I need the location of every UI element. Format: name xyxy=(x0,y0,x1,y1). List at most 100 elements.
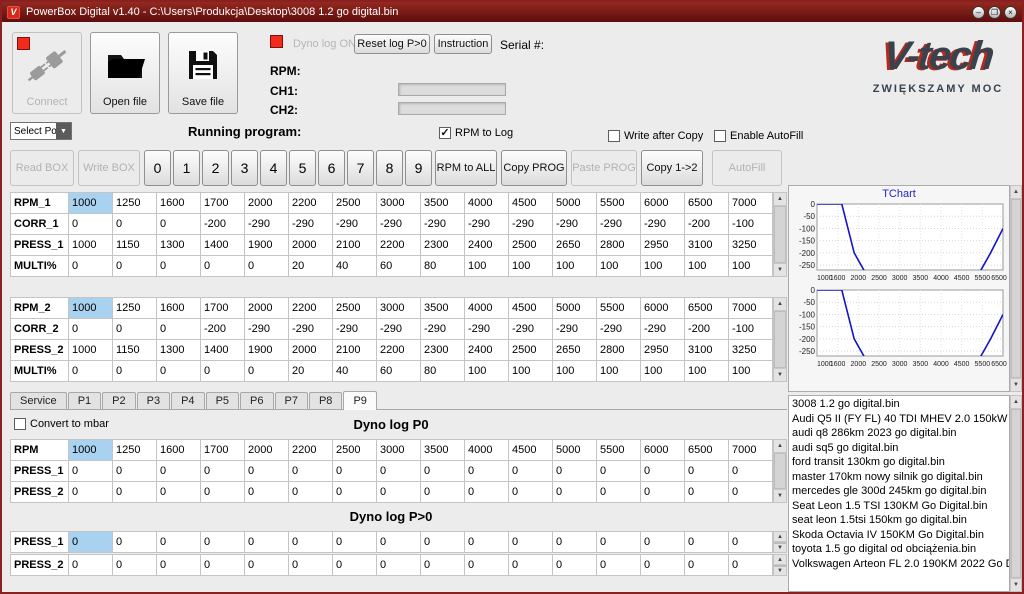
table-cell[interactable]: 0 xyxy=(289,461,333,482)
table-cell[interactable]: 2500 xyxy=(333,440,377,461)
file-list-item[interactable]: toyota 1.5 go digital od obciążenia.bin xyxy=(789,542,1009,557)
tab-p9[interactable]: P9 xyxy=(343,391,377,410)
table-cell[interactable]: -290 xyxy=(289,214,333,235)
file-list-item[interactable]: mercedes gle 300d 245km go digital.bin xyxy=(789,484,1009,499)
tab-p2[interactable]: P2 xyxy=(102,392,136,409)
table-cell[interactable]: 3000 xyxy=(377,298,421,319)
scrollbar-thumb[interactable] xyxy=(774,565,786,567)
table-cell[interactable]: 0 xyxy=(201,555,245,576)
table-cell[interactable]: 1250 xyxy=(113,298,157,319)
table-cell[interactable]: 100 xyxy=(509,361,553,382)
tab-p7[interactable]: P7 xyxy=(274,392,308,409)
table-cell[interactable]: 6500 xyxy=(685,298,729,319)
table-cell[interactable]: 0 xyxy=(113,532,157,553)
table-cell[interactable]: 2200 xyxy=(289,298,333,319)
table-cell[interactable]: 60 xyxy=(377,361,421,382)
tab-service[interactable]: Service xyxy=(10,392,67,409)
table-cell[interactable]: 0 xyxy=(421,461,465,482)
autofill-button[interactable]: AutoFill xyxy=(712,150,782,186)
connect-button[interactable]: Connect xyxy=(12,32,82,114)
table-cell[interactable]: 2800 xyxy=(597,235,641,256)
scroll-up-icon[interactable]: ▲ xyxy=(774,440,786,453)
table-cell[interactable]: -200 xyxy=(201,319,245,340)
table-cell[interactable]: 100 xyxy=(641,256,685,277)
table-cell[interactable]: 0 xyxy=(597,461,641,482)
table-cell[interactable]: 100 xyxy=(685,256,729,277)
table-cell[interactable]: 0 xyxy=(597,532,641,553)
table-cell[interactable]: 0 xyxy=(333,461,377,482)
table-cell[interactable]: 2000 xyxy=(245,440,289,461)
table-cell[interactable]: 2000 xyxy=(245,298,289,319)
digit-button-4[interactable]: 4 xyxy=(260,150,287,186)
table-cell[interactable]: -290 xyxy=(421,214,465,235)
table-cell[interactable]: 0 xyxy=(509,555,553,576)
scrollbar-thumb[interactable] xyxy=(774,311,786,368)
table-cell[interactable]: 0 xyxy=(69,319,113,340)
scrollbar-thumb[interactable] xyxy=(774,206,786,263)
scroll-up-icon[interactable]: ▲ xyxy=(774,193,786,206)
table-cell[interactable]: 0 xyxy=(333,482,377,503)
table-cell[interactable]: 2000 xyxy=(245,193,289,214)
table-cell[interactable]: 1000 xyxy=(69,340,113,361)
table-cell[interactable]: 2100 xyxy=(333,235,377,256)
chevron-down-icon[interactable]: ▼ xyxy=(56,123,71,139)
minimize-button[interactable]: – xyxy=(972,5,985,19)
chart-panel-scrollbar[interactable]: ▲ ▼ xyxy=(1010,185,1022,392)
table-cell[interactable]: 2200 xyxy=(289,193,333,214)
table-cell[interactable]: 0 xyxy=(333,555,377,576)
table-cell[interactable]: 1600 xyxy=(157,298,201,319)
scroll-down-icon[interactable]: ▼ xyxy=(774,489,786,502)
dyno-pgt0-press2-scrollbar[interactable]: ▲ ▼ xyxy=(773,554,787,576)
table-cell[interactable]: 1600 xyxy=(157,440,201,461)
table-cell[interactable]: 2300 xyxy=(421,340,465,361)
table-cell[interactable]: 0 xyxy=(157,361,201,382)
table-cell[interactable]: 0 xyxy=(685,482,729,503)
table-cell[interactable]: 1000 xyxy=(69,193,113,214)
table-cell[interactable]: 0 xyxy=(113,555,157,576)
table-cell[interactable]: -290 xyxy=(421,319,465,340)
table-cell[interactable]: 0 xyxy=(157,482,201,503)
table-cell[interactable]: 1150 xyxy=(113,235,157,256)
table-cell[interactable]: -290 xyxy=(641,214,685,235)
table-cell[interactable]: -290 xyxy=(333,214,377,235)
prog1-scrollbar[interactable]: ▲ ▼ xyxy=(773,192,787,277)
table-cell[interactable]: 2500 xyxy=(509,340,553,361)
table-cell[interactable]: 1400 xyxy=(201,235,245,256)
tab-p1[interactable]: P1 xyxy=(67,392,102,409)
table-cell[interactable]: -290 xyxy=(553,319,597,340)
table-cell[interactable]: 4500 xyxy=(509,298,553,319)
table-cell[interactable]: -290 xyxy=(465,214,509,235)
table-cell[interactable]: 0 xyxy=(465,482,509,503)
select-port-dropdown[interactable]: Select Port ▼ xyxy=(10,122,72,140)
table-cell[interactable]: 0 xyxy=(553,532,597,553)
scroll-up-icon[interactable]: ▲ xyxy=(774,555,786,565)
scroll-up-icon[interactable]: ▲ xyxy=(774,298,786,311)
table-cell[interactable]: 2400 xyxy=(465,235,509,256)
table-cell[interactable]: 2500 xyxy=(333,193,377,214)
table-cell[interactable]: 100 xyxy=(553,361,597,382)
table-cell[interactable]: 0 xyxy=(641,482,685,503)
table-cell[interactable]: 1300 xyxy=(157,340,201,361)
table-cell[interactable]: 40 xyxy=(333,361,377,382)
table-cell[interactable]: 0 xyxy=(465,555,509,576)
tab-p5[interactable]: P5 xyxy=(205,392,240,409)
maximize-button[interactable]: ❐ xyxy=(988,5,1001,19)
table-cell[interactable]: -290 xyxy=(641,319,685,340)
table-cell[interactable]: 0 xyxy=(69,214,113,235)
table-cell[interactable]: 0 xyxy=(509,461,553,482)
file-list-item[interactable]: master 170km nowy silnik go digital.bin xyxy=(789,470,1009,485)
table-cell[interactable]: 0 xyxy=(157,555,201,576)
table-cell[interactable]: 2800 xyxy=(597,340,641,361)
save-file-button[interactable]: Save file xyxy=(168,32,238,114)
table-cell[interactable]: 7000 xyxy=(729,440,773,461)
table-cell[interactable]: 0 xyxy=(289,555,333,576)
table-cell[interactable]: 3100 xyxy=(685,235,729,256)
table-cell[interactable]: 2200 xyxy=(377,340,421,361)
table-cell[interactable]: -200 xyxy=(201,214,245,235)
table-cell[interactable]: 0 xyxy=(113,256,157,277)
digit-button-0[interactable]: 0 xyxy=(144,150,171,186)
table-cell[interactable]: 0 xyxy=(113,214,157,235)
scrollbar-track[interactable] xyxy=(1011,409,1021,578)
table-cell[interactable]: 0 xyxy=(245,361,289,382)
table-cell[interactable]: 4500 xyxy=(509,193,553,214)
